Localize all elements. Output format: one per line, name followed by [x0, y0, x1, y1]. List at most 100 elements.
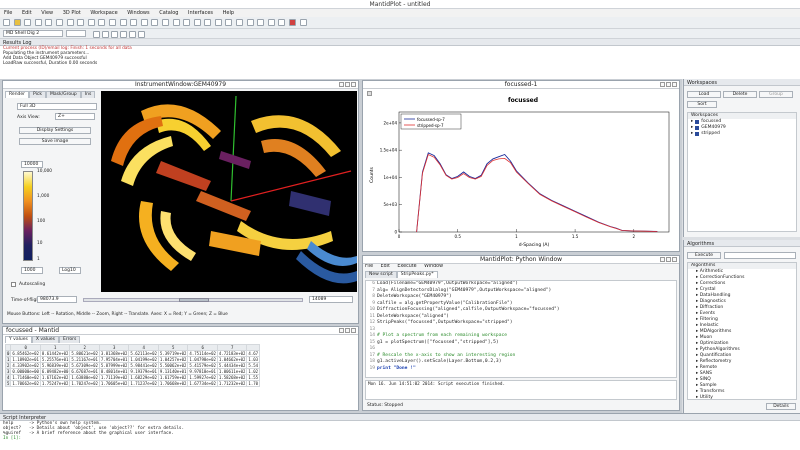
load-data-icon[interactable]: [34, 19, 42, 26]
table-cell[interactable]: 4.33902e+02: [10, 362, 41, 369]
table-cell[interactable]: 6.67687e+01: [69, 368, 100, 375]
copy-icon[interactable]: [130, 19, 138, 26]
table-cell[interactable]: 1.58268e+02: [216, 374, 248, 381]
table-cell[interactable]: 1.71460e+02: [10, 374, 41, 381]
tab-pick[interactable]: Pick: [29, 91, 46, 98]
table-cell[interactable]: 1.03: [246, 356, 261, 363]
table-cell[interactable]: 5.54: [246, 362, 261, 369]
instrument-3d-view[interactable]: [101, 91, 357, 292]
table-cell[interactable]: 5.50062e+02: [157, 362, 189, 369]
details-button[interactable]: Details: [766, 403, 796, 410]
autoscaling-checkbox[interactable]: [11, 282, 16, 287]
underline-icon[interactable]: [111, 31, 118, 38]
table-row[interactable]: 1 1.18902e+01 5.25576e+01 5.21167e+01 7.9570…: [4, 356, 261, 363]
table-cell[interactable]: 9.97818e+01: [187, 368, 218, 375]
cut-icon[interactable]: [119, 19, 127, 26]
menu-help[interactable]: Help: [219, 9, 238, 17]
tab-instrument-tree[interactable]: Ins: [80, 91, 96, 98]
data-reader-icon[interactable]: [183, 19, 191, 26]
table-cell[interactable]: 1.70668e+02: [157, 380, 189, 387]
minimize-icon[interactable]: [339, 82, 344, 87]
table-cell[interactable]: 1.75247e+02: [39, 380, 71, 387]
table-cell[interactable]: 5.25576e+01: [39, 356, 71, 363]
minimize-icon[interactable]: [660, 257, 665, 262]
menu-edit[interactable]: Edit: [18, 9, 36, 17]
greek-icon[interactable]: [138, 31, 145, 38]
move-icon[interactable]: [204, 19, 212, 26]
table-cell[interactable]: 1.59927e+02: [187, 374, 218, 381]
layout-icon[interactable]: [278, 19, 286, 26]
table-cell[interactable]: 8.61442e+02: [39, 350, 71, 357]
new-graph-icon[interactable]: [66, 19, 74, 26]
table-cell[interactable]: 5.62113e+02: [128, 350, 159, 357]
table-cell[interactable]: 1.04662e+02: [216, 356, 248, 363]
algorithm-search-input[interactable]: [724, 252, 796, 259]
tab-x-values[interactable]: X values: [31, 336, 59, 343]
table-cell[interactable]: 4.67: [246, 350, 261, 357]
algorithm-category[interactable]: ▸ Utility: [688, 395, 796, 399]
scale-min-input[interactable]: 1000: [21, 267, 43, 274]
pointer-icon[interactable]: [172, 19, 180, 26]
table-cell[interactable]: 1.71237e+02: [128, 380, 159, 387]
table-cell[interactable]: 0.00000e+00: [10, 368, 41, 375]
undo-icon[interactable]: [98, 19, 106, 26]
execute-button[interactable]: Execute: [687, 252, 721, 259]
table-cell[interactable]: 1.70662e+02: [10, 380, 41, 387]
table-cell[interactable]: 1.68229e+02: [128, 374, 159, 381]
maximize-icon[interactable]: [666, 257, 671, 262]
maximize-icon[interactable]: [345, 82, 350, 87]
maximize-icon[interactable]: [666, 82, 671, 87]
tof-range-slider[interactable]: [83, 298, 303, 302]
table-cell[interactable]: 5.39719e+02: [157, 350, 189, 357]
table-cell[interactable]: 1.70: [246, 380, 261, 387]
menu-3d-plot[interactable]: 3D Plot: [59, 9, 85, 17]
table-cell[interactable]: 5.98441e+02: [128, 362, 159, 369]
table-cell[interactable]: 1.04257e+02: [157, 356, 189, 363]
code-line[interactable]: 19 print "Done !": [366, 366, 676, 373]
tof-max-input[interactable]: 14089: [309, 296, 353, 303]
table-cell[interactable]: 1.70605e+02: [98, 380, 130, 387]
maximize-icon[interactable]: [345, 328, 350, 333]
table-cell[interactable]: 1.61759e+02: [157, 374, 189, 381]
table-cell[interactable]: 1.71232e+02: [216, 380, 248, 387]
table-cell[interactable]: 1.71139e+02: [98, 374, 130, 381]
arrow-tool-icon[interactable]: [225, 19, 233, 26]
table-cell[interactable]: 4.72183e+02: [216, 350, 248, 357]
table-cell[interactable]: 1.00611e+02: [216, 368, 248, 375]
shell-combo[interactable]: MD Shell Dig 2: [3, 30, 63, 37]
save-image-button[interactable]: Save image: [19, 138, 91, 145]
tof-slider-handle[interactable]: [179, 298, 209, 302]
table-cell[interactable]: 1.63880e+02: [69, 374, 100, 381]
table-cell[interactable]: 9.19379e+01: [128, 368, 159, 375]
peak-pick-icon[interactable]: [257, 19, 265, 26]
table-cell[interactable]: 6.85462e+02: [10, 350, 41, 357]
tab-errors[interactable]: Errors: [58, 336, 81, 343]
tab-mask-group[interactable]: Mask/Group: [45, 91, 81, 98]
new-table-icon[interactable]: [45, 19, 53, 26]
scale-type-select[interactable]: Log10: [59, 267, 81, 274]
text-tool-icon[interactable]: [214, 19, 222, 26]
table-cell[interactable]: 5.80621e+02: [69, 350, 100, 357]
table-cell[interactable]: 1.55: [246, 374, 261, 381]
tab-y-values[interactable]: Y values: [5, 336, 32, 343]
fit-icon[interactable]: [246, 19, 254, 26]
load-button[interactable]: Load: [687, 91, 721, 98]
superscript-icon[interactable]: [120, 31, 127, 38]
table-cell[interactable]: 1.70247e+02: [69, 380, 100, 387]
plot-canvas[interactable]: focussed 2e+041.5e+041e+045e+030 0 0.5 1 1.…: [363, 90, 679, 252]
table-cell[interactable]: 1.18902e+01: [10, 356, 41, 363]
table-cell[interactable]: 5.87999e+02: [98, 362, 130, 369]
table-cell[interactable]: 8.48014e+01: [98, 368, 130, 375]
stop-icon[interactable]: [289, 19, 297, 26]
table-row[interactable]: 2 4.33902e+02 5.96839e+02 5.67309e+02 5.8799…: [4, 362, 261, 369]
menu-file[interactable]: File: [0, 9, 16, 17]
sort-button[interactable]: Sort: [687, 101, 717, 108]
axis-view-select[interactable]: Z+: [55, 113, 95, 120]
tab-render[interactable]: Render: [5, 91, 30, 98]
new-matrix-icon[interactable]: [55, 19, 63, 26]
delete-button[interactable]: Delete: [723, 91, 757, 98]
table-row[interactable]: 5 1.70662e+02 1.75247e+02 1.70247e+02 1.7060…: [4, 380, 261, 387]
save-project-icon[interactable]: [24, 19, 32, 26]
minimize-icon[interactable]: [660, 82, 665, 87]
tab-strippeaks[interactable]: StripPeaks.py*: [396, 271, 438, 278]
